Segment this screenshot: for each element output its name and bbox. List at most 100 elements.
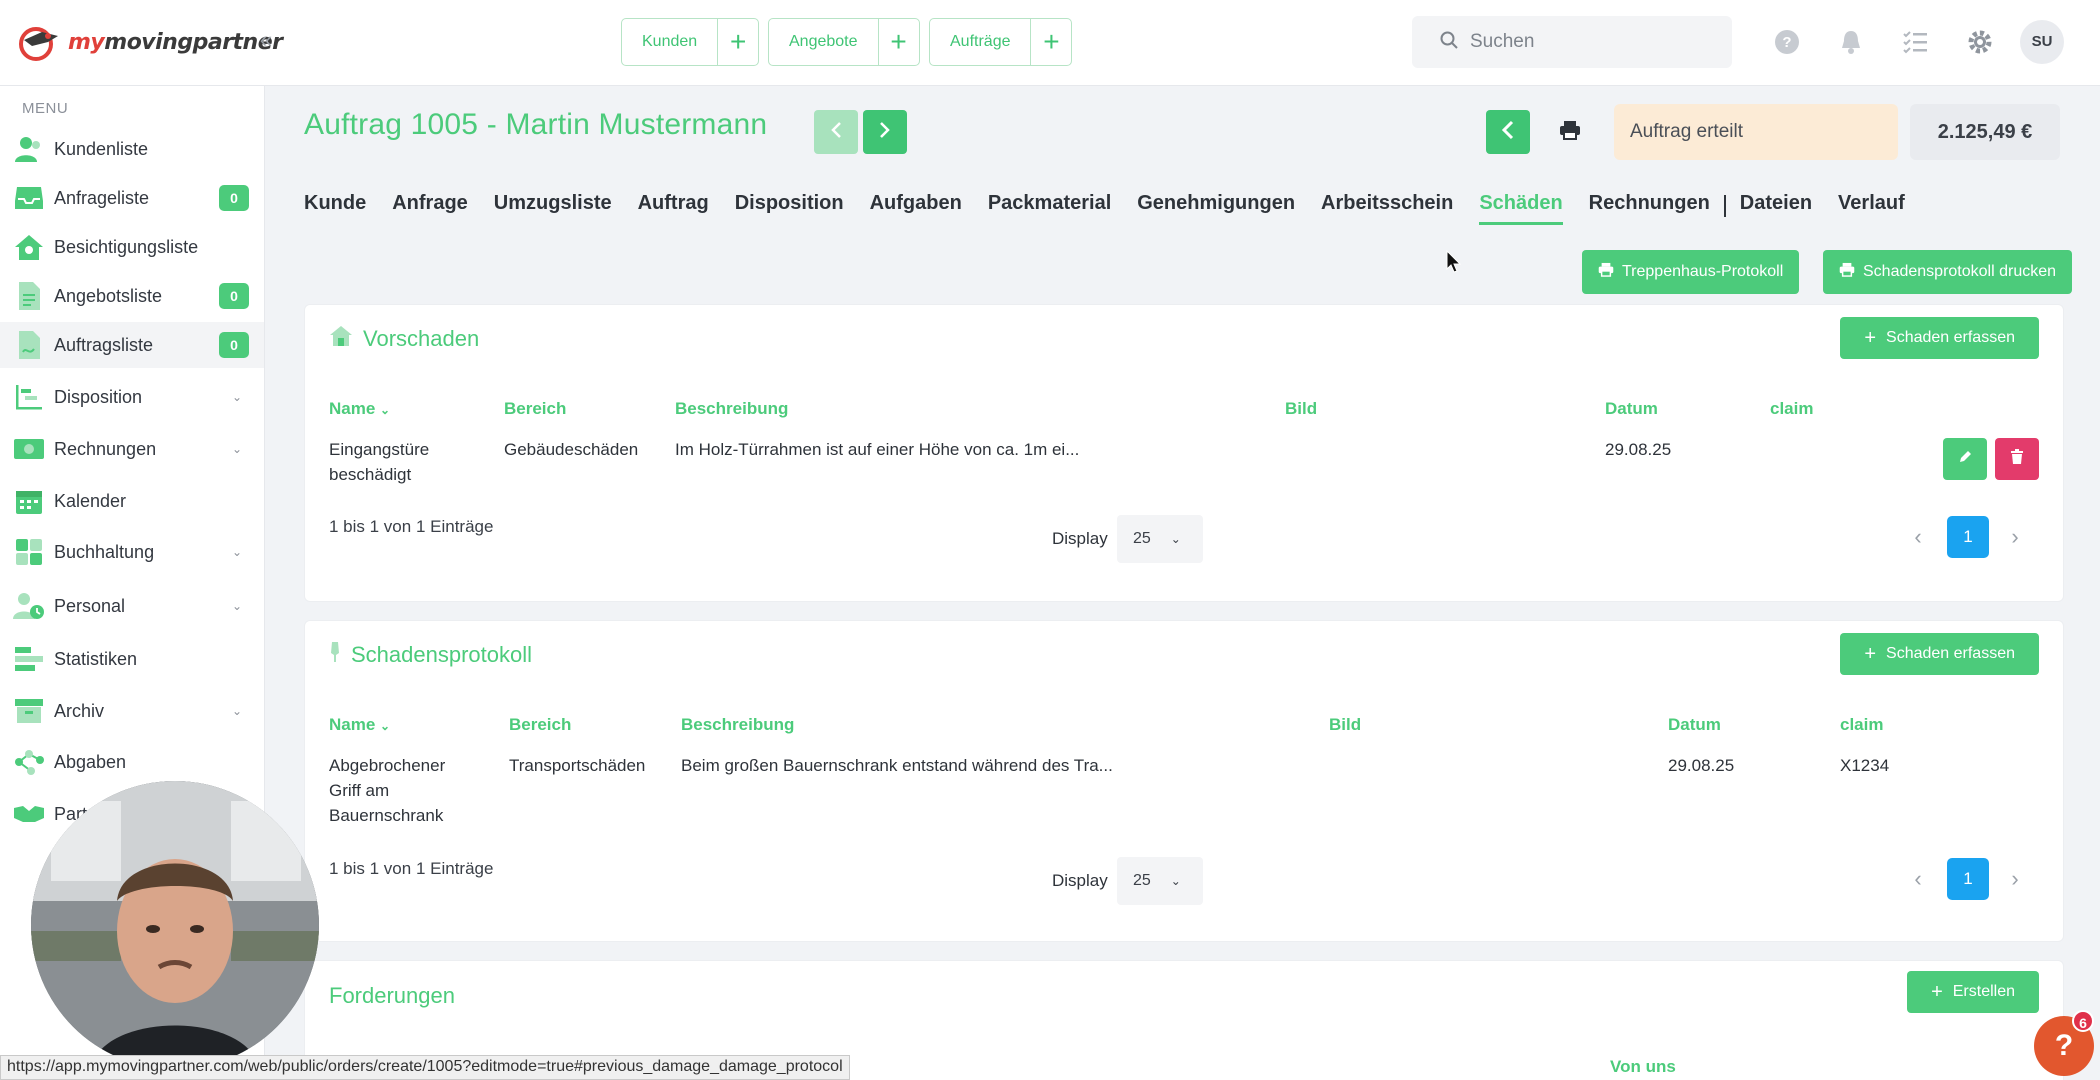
page-size-select[interactable]: 25 ⌄ xyxy=(1117,515,1203,563)
sidebar-item-kundenliste[interactable]: Kundenliste xyxy=(0,126,264,172)
tasks-icon[interactable] xyxy=(1900,27,1930,57)
column-header-name[interactable]: Name ⌄ xyxy=(329,399,390,419)
page-size-value: 25 xyxy=(1133,872,1151,889)
delete-button[interactable] xyxy=(1995,438,2039,480)
chevron-down-icon: ⌄ xyxy=(232,704,243,718)
sidebar-item-besichtigungsliste[interactable]: Besichtigungsliste xyxy=(0,224,264,270)
column-header-claim[interactable]: claim xyxy=(1840,715,1883,735)
count-badge: 0 xyxy=(219,332,249,358)
column-header-date[interactable]: Datum xyxy=(1605,399,1658,419)
sidebar-item-auftragsliste[interactable]: Auftragsliste 0 xyxy=(0,322,264,368)
edit-button[interactable] xyxy=(1943,438,1987,480)
sidebar-item-personal[interactable]: Personal ⌄ xyxy=(0,583,264,629)
user-avatar[interactable]: SU xyxy=(2020,20,2064,64)
search-input[interactable] xyxy=(1470,31,1710,53)
sidebar-item-label: Kalender xyxy=(54,490,127,511)
sort-chevron-icon: ⌄ xyxy=(380,403,391,417)
sidebar-item-rechnungen[interactable]: Rechnungen ⌄ xyxy=(0,426,264,472)
sidebar-item-label: Buchhaltung xyxy=(54,541,155,562)
quick-link-label[interactable]: Angebote xyxy=(769,19,879,65)
logo-mark-icon xyxy=(18,22,62,62)
pager-prev-icon[interactable]: ‹ xyxy=(1908,524,1928,550)
webcam-overlay xyxy=(31,781,319,1069)
tab-arbeitsschein[interactable]: Arbeitsschein xyxy=(1321,188,1453,225)
column-header-from-us[interactable]: Von uns xyxy=(1610,1057,1676,1077)
chevron-down-icon: ⌄ xyxy=(232,442,243,456)
damage-name: Abgebrochener Griff am Bauernschrank xyxy=(329,753,445,828)
users-icon xyxy=(12,132,46,166)
stairwell-protocol-button[interactable]: Treppenhaus-Protokoll xyxy=(1582,250,1800,294)
card-title-text: Forderungen xyxy=(329,983,455,1008)
column-header-description[interactable]: Beschreibung xyxy=(675,399,788,419)
card-title-text: Schadensprotokoll xyxy=(351,642,533,667)
column-header-image[interactable]: Bild xyxy=(1329,715,1361,735)
column-header-area[interactable]: Bereich xyxy=(504,399,566,419)
pager-next-icon[interactable]: › xyxy=(2005,866,2025,892)
help-icon[interactable]: ? xyxy=(1772,27,1802,57)
tab-disposition[interactable]: Disposition xyxy=(735,188,844,225)
tab-schaeden[interactable]: Schäden xyxy=(1479,188,1564,225)
mouse-cursor-icon xyxy=(1446,249,1462,279)
column-header-area[interactable]: Bereich xyxy=(509,715,571,735)
pager-next-icon[interactable]: › xyxy=(2005,524,2025,550)
tab-packmaterial[interactable]: Packmaterial xyxy=(988,188,1111,225)
tab-rechnungen[interactable]: Rechnungen xyxy=(1589,188,1710,225)
collapse-sidebar-icon[interactable]: « xyxy=(254,28,278,52)
marker-icon xyxy=(329,641,341,669)
money-icon xyxy=(12,432,46,466)
order-tabs: Kunde Anfrage Umzugsliste Auftrag Dispos… xyxy=(304,186,1931,226)
tab-anfrage[interactable]: Anfrage xyxy=(392,188,468,225)
back-button[interactable] xyxy=(1486,110,1530,154)
column-label: Name xyxy=(329,715,376,734)
column-header-name[interactable]: Name ⌄ xyxy=(329,715,390,735)
gear-icon[interactable] xyxy=(1965,27,1995,57)
next-order-button[interactable] xyxy=(863,110,907,154)
page-size-select[interactable]: 25 ⌄ xyxy=(1117,857,1203,905)
print-damage-protocol-button[interactable]: Schadensprotokoll drucken xyxy=(1823,250,2073,294)
pager-prev-icon[interactable]: ‹ xyxy=(1908,866,1928,892)
quick-link-label[interactable]: Aufträge xyxy=(930,19,1032,65)
damage-claim: X1234 xyxy=(1840,756,1890,775)
column-header-date[interactable]: Datum xyxy=(1668,715,1721,735)
sidebar-item-kalender[interactable]: Kalender xyxy=(0,478,264,524)
add-angebot-icon[interactable]: + xyxy=(879,19,919,65)
column-header-description[interactable]: Beschreibung xyxy=(681,715,794,735)
add-damage-button[interactable]: + Schaden erfassen xyxy=(1840,317,2039,359)
print-button[interactable] xyxy=(1548,110,1592,154)
sidebar-item-abgaben[interactable]: Abgaben xyxy=(0,739,264,785)
quick-link-label[interactable]: Kunden xyxy=(622,19,719,65)
add-kunde-icon[interactable]: + xyxy=(718,19,758,65)
tab-umzugsliste[interactable]: Umzugsliste xyxy=(494,188,612,225)
column-header-image[interactable]: Bild xyxy=(1285,399,1317,419)
tab-auftrag[interactable]: Auftrag xyxy=(638,188,709,225)
sidebar-item-archiv[interactable]: Archiv ⌄ xyxy=(0,688,264,734)
tab-kunde[interactable]: Kunde xyxy=(304,188,366,225)
sidebar-item-angebotsliste[interactable]: Angebotsliste 0 xyxy=(0,273,264,319)
previous-order-button[interactable] xyxy=(814,110,858,154)
column-header-claim[interactable]: claim xyxy=(1770,399,1813,419)
tab-verlauf[interactable]: Verlauf xyxy=(1838,188,1905,225)
card-title: Schadensprotokoll xyxy=(329,641,532,669)
order-status-badge: Auftrag erteilt xyxy=(1614,104,1898,160)
entries-info: 1 bis 1 von 1 Einträge xyxy=(329,517,494,536)
sidebar-item-statistiken[interactable]: Statistiken xyxy=(0,636,264,682)
tab-aufgaben[interactable]: Aufgaben xyxy=(870,188,962,225)
brand-name: mymovingpartner xyxy=(68,30,283,55)
tab-genehmigungen[interactable]: Genehmigungen xyxy=(1137,188,1295,225)
tab-dateien[interactable]: Dateien xyxy=(1740,188,1812,225)
sidebar-item-anfrageliste[interactable]: Anfrageliste 0 xyxy=(0,175,264,221)
entries-info: 1 bis 1 von 1 Einträge xyxy=(329,859,494,878)
add-damage-button[interactable]: + Schaden erfassen xyxy=(1840,633,2039,675)
sidebar-item-buchhaltung[interactable]: Buchhaltung ⌄ xyxy=(0,529,264,575)
damage-area: Gebäudeschäden xyxy=(504,440,639,459)
create-claim-button[interactable]: + Erstellen xyxy=(1907,971,2039,1013)
pager-page-button[interactable]: 1 xyxy=(1947,516,1989,558)
brand-logo[interactable]: mymovingpartner xyxy=(18,22,283,62)
bell-icon[interactable] xyxy=(1836,27,1866,57)
page-size-value: 25 xyxy=(1133,530,1151,547)
add-auftrag-icon[interactable]: + xyxy=(1031,19,1071,65)
sidebar-item-label: Angebotsliste xyxy=(54,285,163,306)
sidebar-item-disposition[interactable]: Disposition ⌄ xyxy=(0,374,264,420)
button-label: Schadensprotokoll drucken xyxy=(1863,263,2057,280)
pager-page-button[interactable]: 1 xyxy=(1947,858,1989,900)
